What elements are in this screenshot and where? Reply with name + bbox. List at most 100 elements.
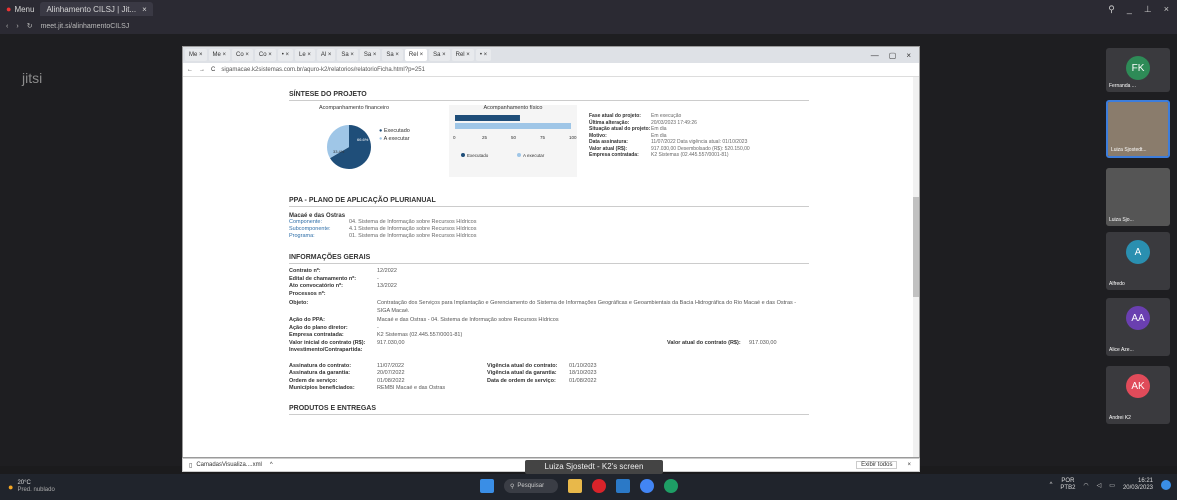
window-controls: — ▢ × xyxy=(871,51,919,60)
jitsi-logo: jitsi xyxy=(22,70,43,86)
taskbar-search[interactable]: ⚲ Pesquisar xyxy=(504,479,558,493)
inner-tab[interactable]: Sa × xyxy=(429,49,450,61)
doc-scrollbar[interactable] xyxy=(913,77,919,457)
close-window-icon[interactable]: × xyxy=(1164,4,1169,15)
general-info-row: Investimento/Contrapartida: xyxy=(289,347,363,353)
participant-name: Alfredo xyxy=(1109,281,1125,287)
inner-tab[interactable]: Me × xyxy=(185,49,207,61)
current-value-label: Valor atual do contrato (R$): xyxy=(667,339,741,346)
participant-name: Andrei K2 xyxy=(1109,415,1131,421)
inner-tab[interactable]: Sa × xyxy=(382,49,403,61)
signature-row: Assinatura do contrato: 11/07/2022 Vigênci… xyxy=(289,362,597,369)
inner-tab[interactable]: Rel × xyxy=(404,49,428,61)
close-icon[interactable]: × xyxy=(142,5,147,14)
status-table: Fase atual do projeto: Em execução Última … xyxy=(589,113,809,159)
opera-icon[interactable] xyxy=(592,479,606,493)
participant-name: Alice Aze... xyxy=(1109,347,1134,353)
products-title: PRODUTOS E ENTREGAS xyxy=(289,405,809,415)
axis-tick-label: 50 xyxy=(511,135,517,140)
doc-scroll-thumb[interactable] xyxy=(913,197,919,297)
wifi-icon[interactable]: ◠ xyxy=(1083,482,1088,489)
inner-tab[interactable]: Le × xyxy=(295,49,315,61)
participant-avatar: A xyxy=(1126,240,1150,264)
general-info-row: Objeto: Contratação dos Serviços para Imp… xyxy=(289,300,797,314)
bar-to-execute xyxy=(455,123,571,129)
reload-icon[interactable]: C xyxy=(211,67,215,73)
inner-tab[interactable]: Sa × xyxy=(337,49,358,61)
back-icon[interactable]: ← xyxy=(187,67,193,73)
axis-tick-label: 25 xyxy=(482,135,488,140)
opera-icon: ● xyxy=(6,4,12,14)
minimize-icon[interactable]: _ xyxy=(1127,4,1132,15)
forward-icon[interactable]: › xyxy=(16,23,18,30)
tab-jitsi[interactable]: Alinhamento CILSJ | Jit... × xyxy=(40,2,153,16)
participant-name: Luiza Sjostedt... xyxy=(1111,147,1147,153)
participant-avatar: AK xyxy=(1126,374,1150,398)
window-control-icon[interactable]: — xyxy=(871,51,879,60)
axis-tick-label: 0 xyxy=(453,135,456,140)
participant-tile[interactable]: Luiza Sjostedt... xyxy=(1106,100,1170,158)
participant-avatar: FK xyxy=(1126,56,1150,80)
participant-tile[interactable]: AK Andrei K2 xyxy=(1106,366,1170,424)
general-info-title: INFORMAÇÕES GERAIS xyxy=(289,254,809,264)
participant-tile[interactable]: AA Alice Aze... xyxy=(1106,298,1170,356)
participant-name: Luiza Sjo... xyxy=(1109,217,1134,223)
financial-chart-title: Acompanhamento financeiro xyxy=(319,105,390,111)
app-icon[interactable] xyxy=(664,479,678,493)
window-control-icon[interactable]: ▢ xyxy=(889,51,897,60)
inner-tab[interactable]: Al × xyxy=(316,49,336,61)
search-icon[interactable]: ⚲ xyxy=(1108,4,1115,15)
legend-dot xyxy=(461,153,465,157)
participant-tile[interactable]: A Alfredo xyxy=(1106,232,1170,290)
pie-label: 33.4% xyxy=(333,149,345,154)
signature-row: Municípios beneficiados: REMBI Macaé e da… xyxy=(289,385,446,391)
screen-share-label: Luiza Sjostedt - K2's screen xyxy=(525,460,663,474)
participant-name: Fernanda ... xyxy=(1109,83,1136,89)
pin-icon[interactable]: ⊥ xyxy=(1144,4,1152,15)
participant-tile[interactable]: Luiza Sjo... xyxy=(1106,168,1170,226)
chevron-up-icon[interactable]: ^ xyxy=(270,462,273,468)
tray-chevron-icon[interactable]: ^ xyxy=(1050,482,1053,488)
reload-icon[interactable]: ↻ xyxy=(27,22,33,30)
ppa-table: Componente: 04. Sistema de Informação sob… xyxy=(289,219,809,240)
inner-tab[interactable]: Co × xyxy=(232,49,253,61)
back-icon[interactable]: ‹ xyxy=(6,23,8,30)
inner-tab[interactable]: Sa × xyxy=(359,49,381,61)
menu-button[interactable]: ● Menu xyxy=(0,2,40,16)
general-info-row: Ação do PPA: Macaé e das Ostras - 04. Sis… xyxy=(289,317,559,323)
current-value: 917.030,00 xyxy=(749,339,777,346)
inner-tab[interactable]: • × xyxy=(277,49,293,61)
legend-label: A executar xyxy=(523,153,545,158)
general-info-row: Edital de chamamento nº: - xyxy=(289,275,379,282)
outer-url[interactable]: meet.jit.si/alinhamentoCILSJ xyxy=(41,23,130,30)
ppa-title: PPA - PLANO DE APLICAÇÃO PLURIANUAL xyxy=(289,197,809,207)
window-control-icon[interactable]: × xyxy=(906,51,911,60)
show-all-button[interactable]: Exibir todos xyxy=(856,461,898,469)
check-icon[interactable] xyxy=(616,479,630,493)
clock[interactable]: 16:21 20/03/2023 xyxy=(1123,478,1153,492)
general-info-row: Processos nº: xyxy=(289,290,326,297)
report-document: SÍNTESE DO PROJETO Acompanhamento financ… xyxy=(183,77,921,459)
windows-start-icon[interactable] xyxy=(480,479,494,493)
inner-url[interactable]: sigamacae.k2sistemas.com.br/aquro-k2/rel… xyxy=(221,67,425,73)
file-explorer-icon[interactable] xyxy=(568,479,582,493)
notification-icon[interactable] xyxy=(1161,480,1171,490)
ppa-row: Subcomponente: 4.1 Sistema de Informação … xyxy=(289,226,477,232)
participant-filmstrip: FK Fernanda ... Luiza Sjostedt... Luiza Sjo… xyxy=(1100,48,1177,466)
download-file[interactable]: CamadasVisualiza....xml xyxy=(196,462,262,468)
general-info-row: Empresa contratada: K2 Sistemas (02.445.5… xyxy=(289,332,463,338)
volume-icon[interactable]: ◁ xyxy=(1097,482,1102,489)
close-icon[interactable]: × xyxy=(907,462,911,468)
participant-tile[interactable]: FK Fernanda ... xyxy=(1106,48,1170,92)
forward-icon[interactable]: → xyxy=(199,67,205,73)
windows-taskbar: ● 20°C Pred. nublado ⚲ Pesquisar ^ POR P… xyxy=(0,474,1177,500)
battery-icon[interactable]: ▭ xyxy=(1109,482,1115,489)
chrome-icon[interactable] xyxy=(640,479,654,493)
inner-tab[interactable]: Me × xyxy=(208,49,231,61)
legend-dot xyxy=(517,153,521,157)
weather-widget[interactable]: ● 20°C Pred. nublado xyxy=(0,480,55,494)
inner-tab[interactable]: Co × xyxy=(254,49,276,61)
signature-row: Ordem de serviço: 01/08/2022 Data de ordem… xyxy=(289,377,597,384)
inner-tab[interactable]: Rel × xyxy=(451,49,474,61)
inner-tab[interactable]: • × xyxy=(475,49,492,61)
